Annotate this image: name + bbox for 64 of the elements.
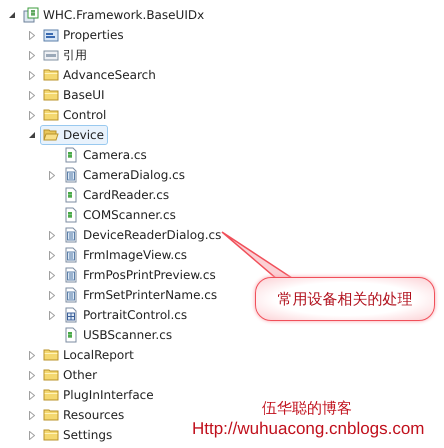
tree-item[interactable]: Camera.cs — [60, 145, 151, 165]
collapsed-arrow-icon[interactable] — [29, 90, 35, 100]
tree-item[interactable]: DeviceReaderDialog.cs — [60, 225, 226, 245]
form-file-icon — [63, 247, 79, 263]
blog-url: Http://wuhuacong.cnblogs.com — [192, 419, 424, 439]
project-icon — [23, 7, 39, 23]
collapsed-arrow-icon[interactable] — [29, 110, 35, 120]
form-file-icon — [63, 267, 79, 283]
tree-item[interactable]: Device — [40, 125, 108, 145]
form-file-icon — [63, 167, 79, 183]
tree-item[interactable]: Resources — [40, 405, 128, 425]
collapsed-arrow-icon[interactable] — [29, 350, 35, 360]
collapsed-arrow-icon[interactable] — [29, 390, 35, 400]
csharp-file-icon — [63, 327, 79, 343]
csharp-file-icon — [63, 207, 79, 223]
tree-item[interactable]: PortraitControl.cs — [60, 305, 192, 325]
tree-item[interactable]: Settings — [40, 425, 116, 445]
tree-item[interactable]: Control — [40, 105, 110, 125]
tree-item[interactable]: FrmImageView.cs — [60, 245, 192, 265]
collapsed-arrow-icon[interactable] — [29, 410, 35, 420]
open-folder-icon — [43, 127, 59, 143]
csharp-file-icon — [63, 147, 79, 163]
tree-item[interactable]: USBScanner.cs — [60, 325, 176, 345]
folder-icon — [43, 107, 59, 123]
collapsed-arrow-icon[interactable] — [29, 30, 35, 40]
folder-icon — [43, 427, 59, 443]
collapsed-arrow-icon[interactable] — [49, 270, 55, 280]
tree-item[interactable]: 引用 — [40, 45, 91, 65]
tree-item[interactable]: WHC.Framework.BaseUIDx — [20, 5, 208, 25]
tree-item[interactable]: CameraDialog.cs — [60, 165, 189, 185]
expanded-arrow-icon[interactable] — [8, 12, 16, 18]
collapsed-arrow-icon[interactable] — [49, 310, 55, 320]
collapsed-arrow-icon[interactable] — [29, 430, 35, 440]
folder-icon — [43, 387, 59, 403]
collapsed-arrow-icon[interactable] — [49, 290, 55, 300]
form-file-icon — [63, 227, 79, 243]
collapsed-arrow-icon[interactable] — [49, 250, 55, 260]
folder-icon — [43, 407, 59, 423]
collapsed-arrow-icon[interactable] — [49, 230, 55, 240]
collapsed-arrow-icon[interactable] — [49, 170, 55, 180]
tree-item[interactable]: LocalReport — [40, 345, 138, 365]
folder-icon — [43, 347, 59, 363]
tree-item[interactable]: COMScanner.cs — [60, 205, 180, 225]
form-file-icon — [63, 287, 79, 303]
folder-icon — [43, 87, 59, 103]
folder-icon — [43, 67, 59, 83]
collapsed-arrow-icon[interactable] — [29, 370, 35, 380]
collapsed-arrow-icon[interactable] — [29, 50, 35, 60]
callout: 常用设备相关的处理 — [255, 277, 435, 321]
blog-title: 伍华聪的博客 — [262, 399, 352, 418]
tree-item[interactable]: Other — [40, 365, 102, 385]
folder-icon — [43, 367, 59, 383]
properties-icon — [43, 27, 59, 43]
collapsed-arrow-icon[interactable] — [29, 70, 35, 80]
tree-item[interactable]: AdvanceSearch — [40, 65, 160, 85]
tree-item[interactable]: BaseUI — [40, 85, 109, 105]
csharp-file-icon — [63, 187, 79, 203]
tree-item[interactable]: FrmPosPrintPreview.cs — [60, 265, 220, 285]
tree-item[interactable]: FrmSetPrinterName.cs — [60, 285, 222, 305]
tree-item[interactable]: Properties — [40, 25, 128, 45]
control-file-icon — [63, 307, 79, 323]
tree-item[interactable]: PlugInInterface — [40, 385, 158, 405]
tree-item[interactable]: CardReader.cs — [60, 185, 174, 205]
expanded-arrow-icon[interactable] — [28, 132, 36, 138]
